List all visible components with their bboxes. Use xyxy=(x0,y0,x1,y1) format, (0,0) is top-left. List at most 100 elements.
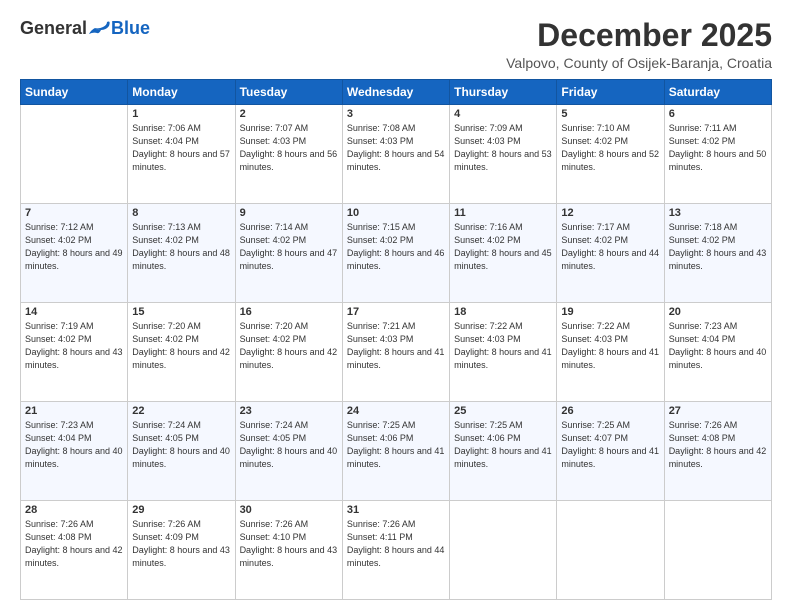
day-info: Sunrise: 7:26 AMSunset: 4:10 PMDaylight:… xyxy=(240,518,338,570)
day-number: 28 xyxy=(25,504,123,516)
day-info: Sunrise: 7:07 AMSunset: 4:03 PMDaylight:… xyxy=(240,122,338,174)
day-info: Sunrise: 7:18 AMSunset: 4:02 PMDaylight:… xyxy=(669,221,767,273)
table-row: 15 Sunrise: 7:20 AMSunset: 4:02 PMDayligh… xyxy=(128,303,235,402)
day-number: 6 xyxy=(669,108,767,120)
day-number: 16 xyxy=(240,306,338,318)
day-number: 3 xyxy=(347,108,445,120)
day-info: Sunrise: 7:06 AMSunset: 4:04 PMDaylight:… xyxy=(132,122,230,174)
logo: General Blue xyxy=(20,18,150,39)
table-row: 12 Sunrise: 7:17 AMSunset: 4:02 PMDayligh… xyxy=(557,204,664,303)
day-number: 17 xyxy=(347,306,445,318)
table-row: 18 Sunrise: 7:22 AMSunset: 4:03 PMDayligh… xyxy=(450,303,557,402)
table-row: 2 Sunrise: 7:07 AMSunset: 4:03 PMDaylight… xyxy=(235,105,342,204)
day-number: 18 xyxy=(454,306,552,318)
day-info: Sunrise: 7:24 AMSunset: 4:05 PMDaylight:… xyxy=(132,419,230,471)
day-info: Sunrise: 7:22 AMSunset: 4:03 PMDaylight:… xyxy=(454,320,552,372)
day-number: 9 xyxy=(240,207,338,219)
table-row xyxy=(21,105,128,204)
col-wednesday: Wednesday xyxy=(342,80,449,105)
table-row: 29Sunrise: 7:26 AMSunset: 4:09 PMDayligh… xyxy=(128,501,235,600)
day-info: Sunrise: 7:15 AMSunset: 4:02 PMDaylight:… xyxy=(347,221,445,273)
day-info: Sunrise: 7:14 AMSunset: 4:02 PMDaylight:… xyxy=(240,221,338,273)
day-info: Sunrise: 7:22 AMSunset: 4:03 PMDaylight:… xyxy=(561,320,659,372)
day-info: Sunrise: 7:20 AMSunset: 4:02 PMDaylight:… xyxy=(132,320,230,372)
day-info: Sunrise: 7:17 AMSunset: 4:02 PMDaylight:… xyxy=(561,221,659,273)
page: General Blue December 2025 Valpovo, Coun… xyxy=(0,0,792,612)
table-row: 21Sunrise: 7:23 AMSunset: 4:04 PMDayligh… xyxy=(21,402,128,501)
day-number: 5 xyxy=(561,108,659,120)
table-row: 9 Sunrise: 7:14 AMSunset: 4:02 PMDaylight… xyxy=(235,204,342,303)
col-friday: Friday xyxy=(557,80,664,105)
table-row: 27Sunrise: 7:26 AMSunset: 4:08 PMDayligh… xyxy=(664,402,771,501)
day-info: Sunrise: 7:16 AMSunset: 4:02 PMDaylight:… xyxy=(454,221,552,273)
table-row: 14 Sunrise: 7:19 AMSunset: 4:02 PMDayligh… xyxy=(21,303,128,402)
table-row: 1 Sunrise: 7:06 AMSunset: 4:04 PMDaylight… xyxy=(128,105,235,204)
day-info: Sunrise: 7:25 AMSunset: 4:06 PMDaylight:… xyxy=(347,419,445,471)
day-number: 8 xyxy=(132,207,230,219)
day-info: Sunrise: 7:19 AMSunset: 4:02 PMDaylight:… xyxy=(25,320,123,372)
table-row xyxy=(450,501,557,600)
table-row: 24 Sunrise: 7:25 AMSunset: 4:06 PMDayligh… xyxy=(342,402,449,501)
table-row: 22Sunrise: 7:24 AMSunset: 4:05 PMDayligh… xyxy=(128,402,235,501)
day-info: Sunrise: 7:23 AMSunset: 4:04 PMDaylight:… xyxy=(669,320,767,372)
day-number: 10 xyxy=(347,207,445,219)
calendar-header-row: Sunday Monday Tuesday Wednesday Thursday… xyxy=(21,80,772,105)
calendar-week-row: 28 Sunrise: 7:26 AMSunset: 4:08 PMDayligh… xyxy=(21,501,772,600)
day-number: 24 xyxy=(347,405,445,417)
table-row: 23 Sunrise: 7:24 AMSunset: 4:05 PMDayligh… xyxy=(235,402,342,501)
day-info: Sunrise: 7:26 AMSunset: 4:11 PMDaylight:… xyxy=(347,518,445,570)
logo-text: General Blue xyxy=(20,18,150,39)
col-sunday: Sunday xyxy=(21,80,128,105)
day-info: Sunrise: 7:23 AMSunset: 4:04 PMDaylight:… xyxy=(25,419,123,471)
day-info: Sunrise: 7:09 AMSunset: 4:03 PMDaylight:… xyxy=(454,122,552,174)
table-row: 4 Sunrise: 7:09 AMSunset: 4:03 PMDaylight… xyxy=(450,105,557,204)
day-number: 19 xyxy=(561,306,659,318)
table-row: 7Sunrise: 7:12 AMSunset: 4:02 PMDaylight… xyxy=(21,204,128,303)
calendar-table: Sunday Monday Tuesday Wednesday Thursday… xyxy=(20,79,772,600)
day-number: 13 xyxy=(669,207,767,219)
day-number: 4 xyxy=(454,108,552,120)
calendar-week-row: 1 Sunrise: 7:06 AMSunset: 4:04 PMDaylight… xyxy=(21,105,772,204)
day-info: Sunrise: 7:25 AMSunset: 4:07 PMDaylight:… xyxy=(561,419,659,471)
table-row: 10 Sunrise: 7:15 AMSunset: 4:02 PMDayligh… xyxy=(342,204,449,303)
day-info: Sunrise: 7:11 AMSunset: 4:02 PMDaylight:… xyxy=(669,122,767,174)
table-row: 6 Sunrise: 7:11 AMSunset: 4:02 PMDaylight… xyxy=(664,105,771,204)
day-number: 25 xyxy=(454,405,552,417)
day-info: Sunrise: 7:08 AMSunset: 4:03 PMDaylight:… xyxy=(347,122,445,174)
day-number: 1 xyxy=(132,108,230,120)
col-tuesday: Tuesday xyxy=(235,80,342,105)
col-thursday: Thursday xyxy=(450,80,557,105)
day-number: 26 xyxy=(561,405,659,417)
table-row xyxy=(557,501,664,600)
day-number: 20 xyxy=(669,306,767,318)
day-number: 23 xyxy=(240,405,338,417)
table-row: 30 Sunrise: 7:26 AMSunset: 4:10 PMDayligh… xyxy=(235,501,342,600)
table-row: 26 Sunrise: 7:25 AMSunset: 4:07 PMDayligh… xyxy=(557,402,664,501)
day-number: 12 xyxy=(561,207,659,219)
day-info: Sunrise: 7:13 AMSunset: 4:02 PMDaylight:… xyxy=(132,221,230,273)
day-number: 2 xyxy=(240,108,338,120)
day-number: 15 xyxy=(132,306,230,318)
table-row: 8 Sunrise: 7:13 AMSunset: 4:02 PMDaylight… xyxy=(128,204,235,303)
day-info: Sunrise: 7:26 AMSunset: 4:09 PMDaylight:… xyxy=(132,518,230,570)
logo-general: General xyxy=(20,18,87,39)
header: General Blue December 2025 Valpovo, Coun… xyxy=(20,18,772,71)
day-info: Sunrise: 7:25 AMSunset: 4:06 PMDaylight:… xyxy=(454,419,552,471)
day-number: 11 xyxy=(454,207,552,219)
day-number: 30 xyxy=(240,504,338,516)
table-row: 11 Sunrise: 7:16 AMSunset: 4:02 PMDayligh… xyxy=(450,204,557,303)
day-info: Sunrise: 7:21 AMSunset: 4:03 PMDaylight:… xyxy=(347,320,445,372)
table-row: 19 Sunrise: 7:22 AMSunset: 4:03 PMDayligh… xyxy=(557,303,664,402)
table-row: 31 Sunrise: 7:26 AMSunset: 4:11 PMDayligh… xyxy=(342,501,449,600)
day-info: Sunrise: 7:12 AMSunset: 4:02 PMDaylight:… xyxy=(25,221,123,273)
calendar-week-row: 7Sunrise: 7:12 AMSunset: 4:02 PMDaylight… xyxy=(21,204,772,303)
table-row: 25 Sunrise: 7:25 AMSunset: 4:06 PMDayligh… xyxy=(450,402,557,501)
day-number: 27 xyxy=(669,405,767,417)
day-number: 14 xyxy=(25,306,123,318)
table-row: 28 Sunrise: 7:26 AMSunset: 4:08 PMDayligh… xyxy=(21,501,128,600)
col-saturday: Saturday xyxy=(664,80,771,105)
table-row: 20 Sunrise: 7:23 AMSunset: 4:04 PMDayligh… xyxy=(664,303,771,402)
day-info: Sunrise: 7:24 AMSunset: 4:05 PMDaylight:… xyxy=(240,419,338,471)
day-info: Sunrise: 7:26 AMSunset: 4:08 PMDaylight:… xyxy=(25,518,123,570)
day-number: 31 xyxy=(347,504,445,516)
